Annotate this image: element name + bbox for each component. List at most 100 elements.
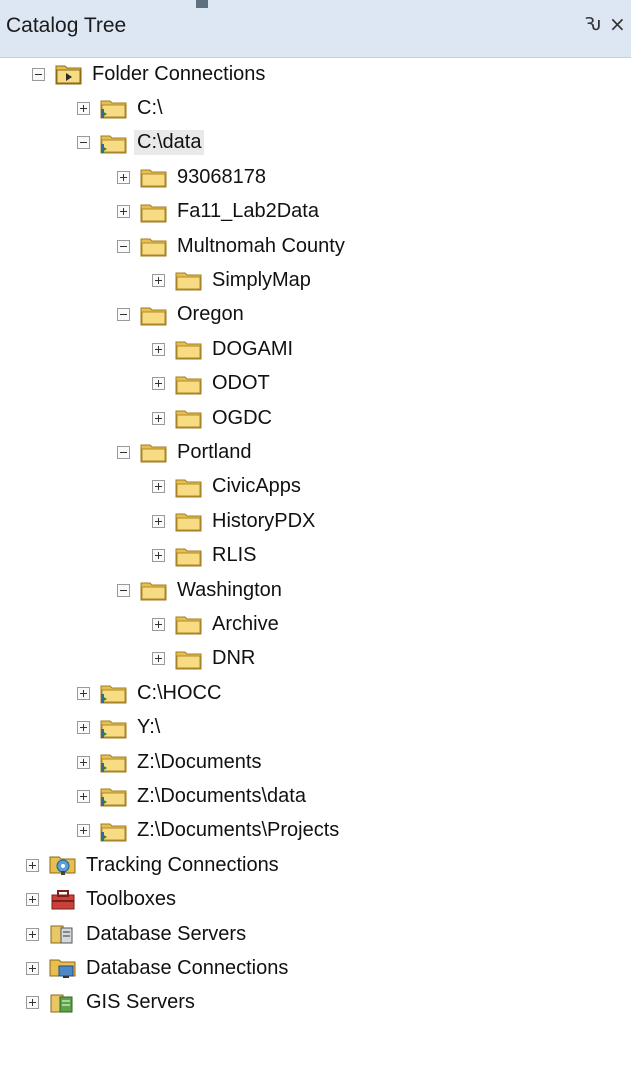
tree-item-label: CivicApps	[212, 475, 301, 498]
dock-grip[interactable]	[196, 0, 208, 8]
panel-title: Catalog Tree	[6, 14, 127, 37]
folder-icon	[175, 269, 203, 291]
tree-item[interactable]: C:\	[77, 92, 166, 124]
tree-item-label: DNR	[212, 647, 256, 670]
tree-item[interactable]: ODOT	[152, 368, 273, 400]
tree-item-label: Fa11_Lab2Data	[177, 200, 319, 223]
tree-item[interactable]: Database Servers	[26, 918, 249, 950]
collapse-icon[interactable]	[117, 308, 130, 322]
tree-item[interactable]: DNR	[152, 643, 258, 675]
tree-item[interactable]: Z:\Documents\Projects	[77, 815, 342, 847]
tracking-connections-icon	[49, 854, 77, 876]
tree-item[interactable]: OGDC	[152, 402, 275, 434]
expand-icon[interactable]	[152, 617, 165, 631]
tree-item[interactable]: Fa11_Lab2Data	[117, 196, 322, 228]
expand-icon[interactable]	[152, 652, 165, 666]
tree-item[interactable]: Y:\	[77, 712, 163, 744]
tree-item-label: C:\	[137, 96, 163, 119]
toolboxes-icon	[49, 889, 77, 911]
folder-icon	[175, 510, 203, 532]
tree-item-label: Tracking Connections	[86, 853, 279, 876]
tree-item[interactable]: 93068178	[117, 161, 269, 193]
tree-item[interactable]: HistoryPDX	[152, 505, 318, 537]
tree-item-label: Database Connections	[86, 956, 289, 979]
expand-icon[interactable]	[77, 721, 90, 735]
tree-item[interactable]: DOGAMI	[152, 333, 296, 365]
tree-item[interactable]: Toolboxes	[26, 884, 179, 916]
expand-icon[interactable]	[152, 377, 165, 391]
collapse-icon[interactable]	[117, 445, 130, 459]
collapse-icon[interactable]	[77, 136, 90, 150]
tree-item[interactable]: C:\HOCC	[77, 677, 224, 709]
expand-icon[interactable]	[26, 893, 39, 907]
tree-item-label: Database Servers	[86, 922, 247, 945]
expand-icon[interactable]	[77, 686, 90, 700]
expand-icon[interactable]	[77, 789, 90, 803]
folder-icon	[140, 579, 168, 601]
tree-item-label: Archive	[212, 612, 279, 635]
tree-item[interactable]: GIS Servers	[26, 987, 198, 1019]
close-icon[interactable]: ×	[609, 12, 626, 36]
expand-icon[interactable]	[26, 996, 39, 1010]
collapse-icon[interactable]	[117, 239, 130, 253]
folder-icon	[175, 545, 203, 567]
database-connections-icon	[49, 957, 77, 979]
tree-item-label: GIS Servers	[86, 991, 195, 1014]
folder-icon	[140, 166, 168, 188]
expand-icon[interactable]	[77, 824, 90, 838]
tree-item[interactable]: C:\data	[77, 127, 205, 159]
tree-item[interactable]: Database Connections	[26, 952, 291, 984]
expand-icon[interactable]	[152, 273, 165, 287]
tree-item-label: SimplyMap	[212, 268, 311, 291]
tree-item[interactable]: SimplyMap	[152, 264, 314, 296]
collapse-icon[interactable]	[117, 583, 130, 597]
folder-icon	[175, 648, 203, 670]
tree-item-label: Z:\Documents\Projects	[137, 819, 340, 842]
expand-icon[interactable]	[26, 961, 39, 975]
tree-item[interactable]: Washington	[117, 574, 285, 606]
catalog-tree: Folder Connections C:\ C:\data 93068178 Fa11…	[0, 58, 631, 1079]
expand-icon[interactable]	[152, 342, 165, 356]
expand-icon[interactable]	[117, 170, 130, 184]
tree-item[interactable]: Z:\Documents\data	[77, 780, 309, 812]
expand-icon[interactable]	[26, 858, 39, 872]
tree-item[interactable]: Archive	[152, 608, 282, 640]
expand-icon[interactable]	[77, 755, 90, 769]
pin-icon[interactable]: Ԅ	[584, 14, 602, 35]
expand-icon[interactable]	[26, 927, 39, 941]
tree-item[interactable]: RLIS	[152, 540, 259, 572]
database-servers-icon	[49, 923, 77, 945]
folder-icon	[175, 613, 203, 635]
tree-item[interactable]: Multnomah County	[117, 230, 348, 262]
catalog-tree-titlebar: Catalog Tree Ԅ ×	[0, 0, 631, 58]
folder-icon	[140, 441, 168, 463]
tree-item[interactable]: Oregon	[117, 299, 247, 331]
tree-item-label: C:\HOCC	[137, 681, 222, 704]
folder-icon	[140, 235, 168, 257]
expand-icon[interactable]	[152, 480, 165, 494]
folder-connection-icon	[100, 717, 128, 739]
gis-servers-icon	[49, 992, 77, 1014]
tree-item-label: RLIS	[212, 544, 257, 567]
folder-icon	[140, 201, 168, 223]
tree-item-label: Z:\Documents	[137, 750, 262, 773]
tree-item-label: HistoryPDX	[212, 509, 316, 532]
tree-item[interactable]: Portland	[117, 436, 255, 468]
expand-icon[interactable]	[117, 205, 130, 219]
expand-icon[interactable]	[152, 411, 165, 425]
expand-icon[interactable]	[152, 514, 165, 528]
folder-icon	[175, 407, 203, 429]
tree-item-label: Portland	[177, 440, 252, 463]
tree-item[interactable]: Z:\Documents	[77, 746, 264, 778]
tree-item-label: Multnomah County	[177, 234, 345, 257]
tree-item[interactable]: Tracking Connections	[26, 849, 282, 881]
tree-item-label: Toolboxes	[86, 888, 177, 911]
collapse-icon[interactable]	[32, 67, 45, 81]
tree-item[interactable]: CivicApps	[152, 471, 304, 503]
tree-item[interactable]: Folder Connections	[32, 58, 268, 90]
tree-item-label: Z:\Documents\data	[137, 784, 306, 807]
folder-connections-icon	[55, 63, 83, 85]
expand-icon[interactable]	[152, 549, 165, 563]
expand-icon[interactable]	[77, 101, 90, 115]
folder-connection-icon	[100, 820, 128, 842]
